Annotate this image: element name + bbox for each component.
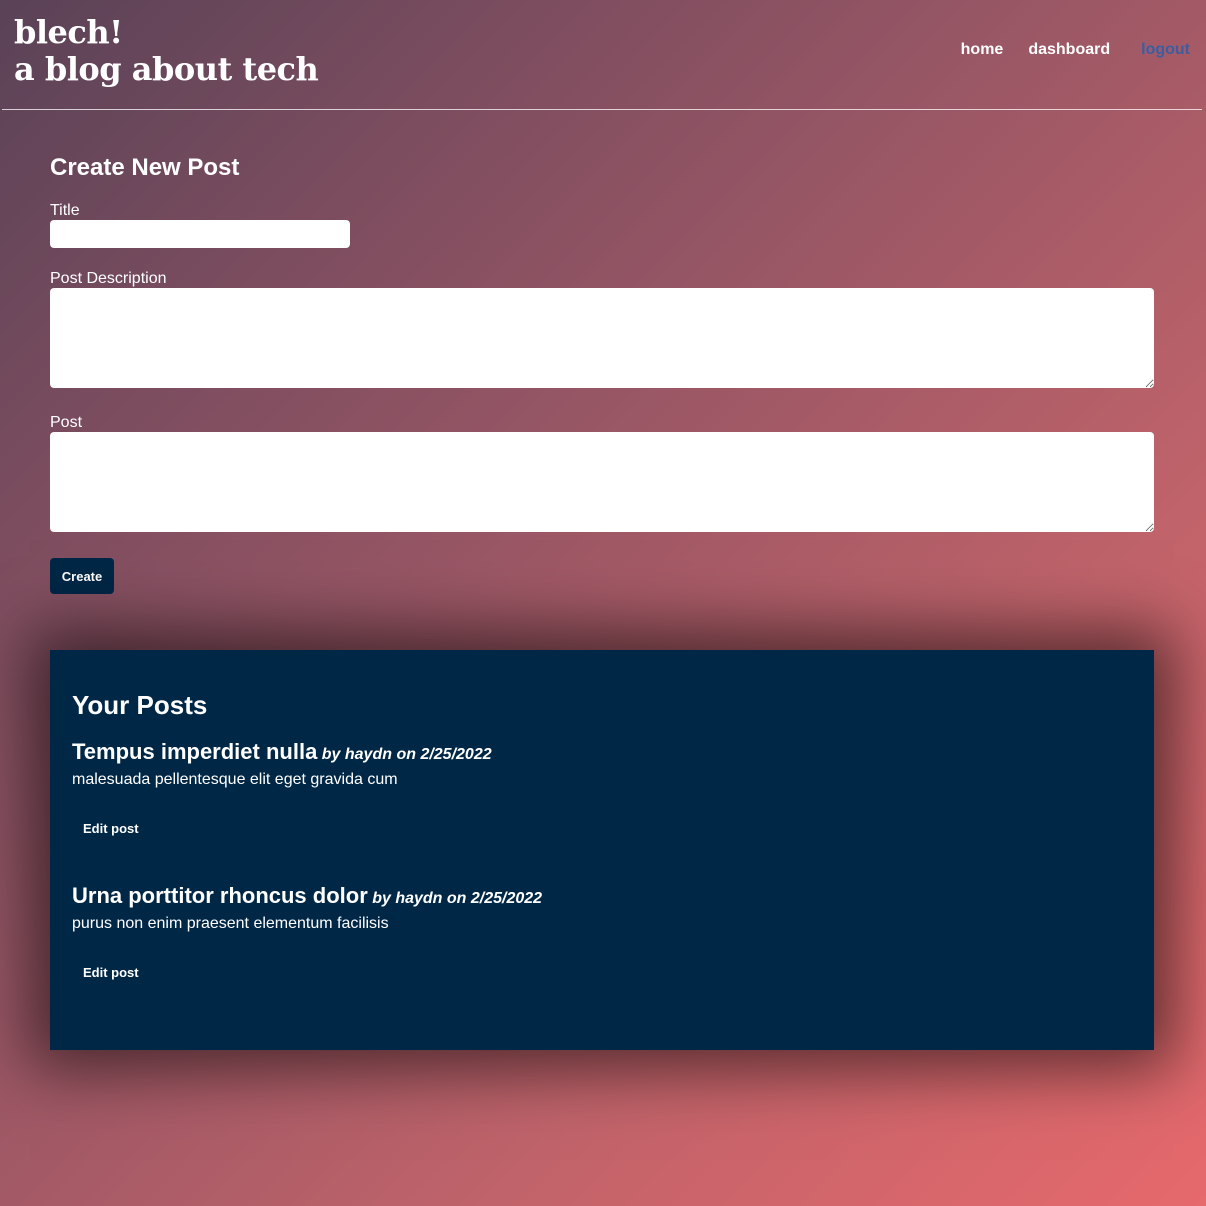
brand-title: blech! [14,13,123,51]
post-title: Urna porttitor rhoncus dolor [72,883,368,908]
create-post-form: Create New Post Title Post Description P… [50,152,1154,594]
description-label: Post Description [50,270,167,287]
post-title: Tempus imperdiet nulla [72,739,318,764]
description-textarea[interactable] [50,288,1154,388]
post-description: purus non enim praesent elementum facili… [72,915,389,932]
your-posts-heading: Your Posts [72,690,208,720]
edit-post-button[interactable]: Edit post [83,821,139,836]
post-item: Urna porttitor rhoncus dolor by haydn on… [72,882,1132,982]
post-header: Tempus imperdiet nulla by haydn on 2/25/… [72,738,1132,769]
create-post-heading: Create New Post [50,154,240,181]
nav-link-logout[interactable]: logout [1141,41,1190,59]
nav-link-dashboard[interactable]: dashboard [1028,41,1110,59]
post-textarea[interactable] [50,432,1154,532]
brand-tagline: a blog about tech [14,50,319,88]
post-header: Urna porttitor rhoncus dolor by haydn on… [72,882,1132,913]
edit-post-button[interactable]: Edit post [83,965,139,980]
main-nav: home dashboard logout [961,41,1190,59]
post-item: Tempus imperdiet nulla by haydn on 2/25/… [72,738,1132,838]
site-header: blech! a blog about tech home dashboard … [2,0,1202,110]
post-meta: by haydn on 2/25/2022 [321,746,492,763]
post-description: malesuada pellentesque elit eget gravida… [72,771,398,788]
title-label: Title [50,202,80,219]
site-brand: blech! a blog about tech [14,13,319,88]
create-button[interactable]: Create [50,558,114,594]
post-label: Post [50,414,83,431]
nav-link-home[interactable]: home [961,41,1004,59]
post-meta: by haydn on 2/25/2022 [372,890,543,907]
your-posts-panel: Your Posts Tempus imperdiet nulla by hay… [50,650,1154,1050]
title-input[interactable] [50,220,350,248]
